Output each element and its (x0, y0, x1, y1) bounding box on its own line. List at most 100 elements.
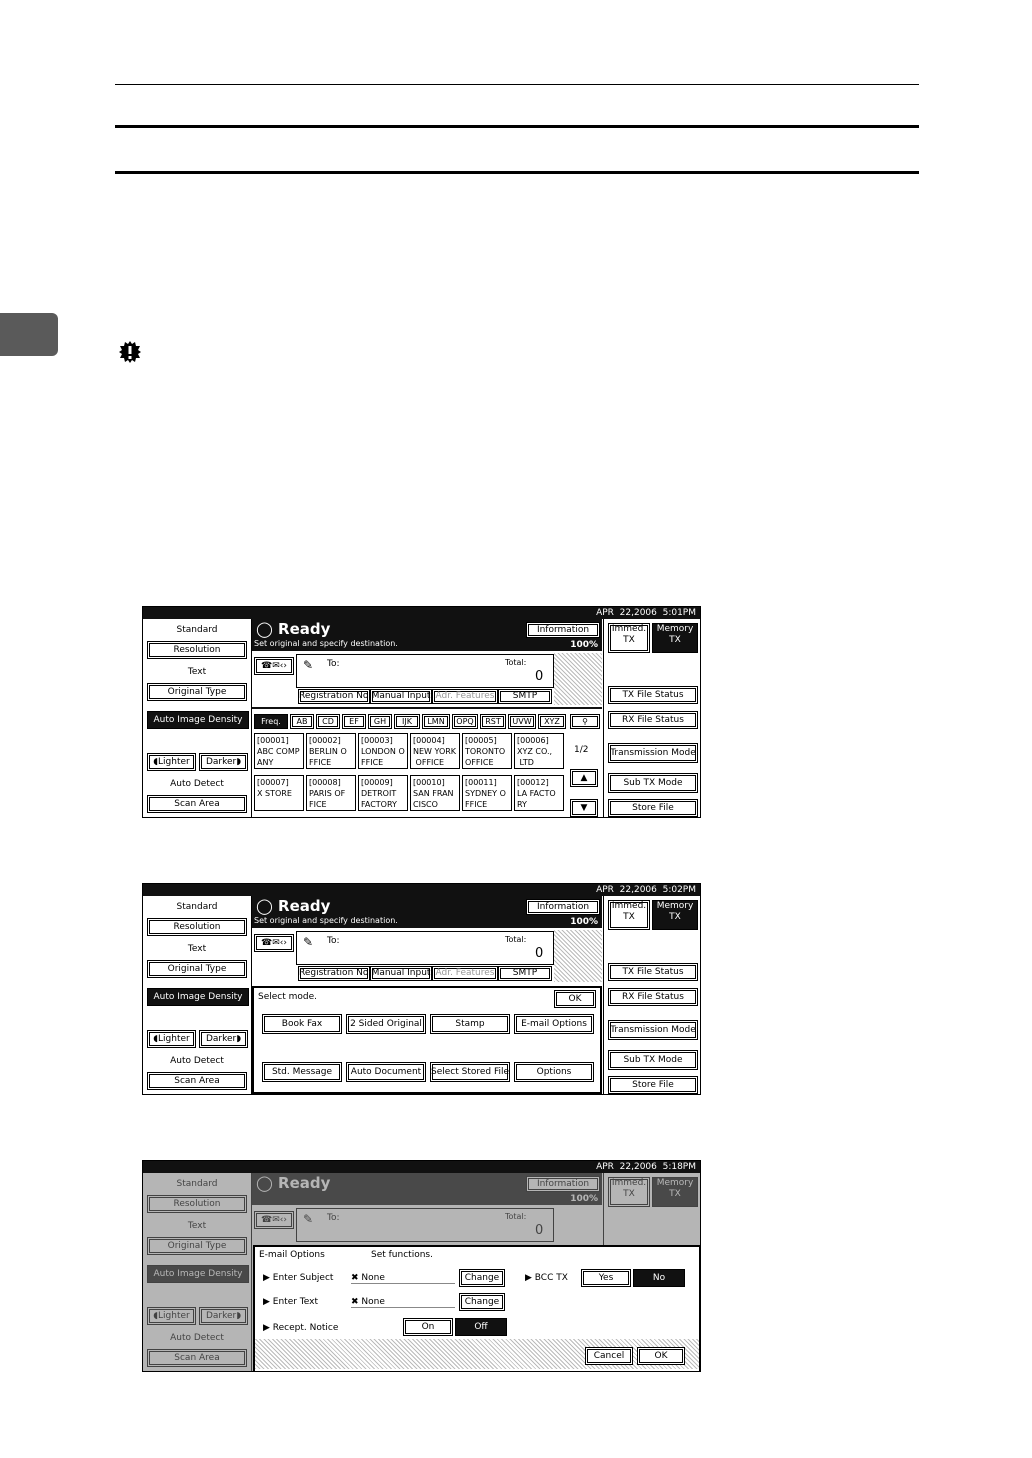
address-entry[interactable]: [00004] NEW YORK OFFICE (410, 733, 460, 769)
memory-percent: 100% (570, 640, 598, 650)
memory-tx-button[interactable]: Memory TX (652, 900, 698, 930)
tab-cd[interactable]: CD (316, 714, 340, 729)
manual-input-button[interactable]: Manual Input (370, 689, 432, 704)
scan-area-button[interactable]: Scan Area (147, 795, 247, 813)
text-value: ✖ None (351, 1297, 455, 1308)
scan-settings-panel: Standard Resolution Text Original Type A… (143, 619, 252, 817)
cancel-button[interactable]: Cancel (585, 1347, 633, 1365)
bcc-yes-button[interactable]: Yes (581, 1269, 631, 1287)
auto-density-button[interactable]: Auto Image Density (147, 711, 249, 729)
page-indicator: 1/2 (574, 745, 589, 755)
tx-file-status-button[interactable]: TX File Status (608, 963, 698, 981)
darker-button[interactable]: Darker◗ (199, 1030, 248, 1048)
adr-features-button[interactable]: Adr. Features (432, 966, 498, 981)
stamp-button[interactable]: Stamp (430, 1014, 510, 1034)
two-sided-original-button[interactable]: 2 Sided Original (346, 1014, 426, 1034)
rx-file-status-button[interactable]: RX File Status (608, 711, 698, 729)
store-file-button[interactable]: Store File (608, 799, 698, 817)
address-entry[interactable]: [00007] X STORE (254, 775, 304, 811)
ok-button[interactable]: OK (554, 990, 596, 1008)
tab-ab[interactable]: AB (290, 714, 314, 729)
recept-on-button[interactable]: On (403, 1318, 453, 1336)
resolution-button[interactable]: Resolution (147, 918, 247, 936)
information-button[interactable]: Information (526, 899, 600, 915)
tab-ef[interactable]: EF (342, 714, 366, 729)
tab-rst[interactable]: RST (480, 714, 506, 729)
dest-type-button[interactable]: ☎✉‹› (254, 657, 294, 675)
select-stored-file-button[interactable]: Select Stored File (430, 1062, 510, 1082)
tx-file-status-button[interactable]: TX File Status (608, 686, 698, 704)
bcc-label: ▶ BCC TX (525, 1273, 568, 1283)
address-entry[interactable]: [00003] LONDON O FFICE (358, 733, 408, 769)
change-text-button[interactable]: Change (459, 1293, 505, 1311)
ready-strip: ◯ Ready Set original and specify destina… (252, 619, 602, 651)
address-entry[interactable]: [00008] PARIS OF FICE (306, 775, 356, 811)
original-type-button[interactable]: Original Type (147, 960, 247, 978)
tab-uvw[interactable]: UVW (508, 714, 536, 729)
dest-type-button[interactable]: ☎✉‹› (254, 934, 294, 952)
scan-area-value: Auto Detect (170, 779, 224, 789)
smtp-button[interactable]: SMTP (498, 689, 552, 704)
tab-xyz[interactable]: XYZ (538, 714, 566, 729)
sub-tx-mode-button[interactable]: Sub TX Mode (608, 1050, 698, 1070)
search-icon[interactable]: ⚲ (570, 714, 600, 729)
options-button[interactable]: Options (514, 1062, 594, 1082)
resolution-button[interactable]: Resolution (147, 641, 247, 659)
memory-tx-button[interactable]: Memory TX (652, 623, 698, 653)
address-entry[interactable]: [00005] TORONTO OFFICE (462, 733, 512, 769)
bcc-no-button[interactable]: No (633, 1269, 685, 1287)
std-message-button[interactable]: Std. Message (262, 1062, 342, 1082)
dialog-title: E-mail Options (259, 1250, 325, 1260)
address-entry[interactable]: [00010] SAN FRAN CISCO (410, 775, 460, 811)
lighter-button[interactable]: ◖Lighter (147, 753, 196, 771)
registration-no-button[interactable]: Registration No. (298, 966, 370, 981)
change-subject-button[interactable]: Change (459, 1269, 505, 1287)
datetime: APR 22,2006 5:02PM (596, 885, 696, 895)
email-options-button[interactable]: E-mail Options (514, 1014, 594, 1034)
transmission-mode-button[interactable]: Transmission Mode (608, 1020, 698, 1040)
darker-button[interactable]: Darker◗ (199, 753, 248, 771)
address-entry[interactable]: [00002] BERLIN O FFICE (306, 733, 356, 769)
recept-off-button[interactable]: Off (455, 1318, 507, 1336)
hatch-area (554, 653, 602, 705)
destination-box: ✎ To: Total: 0 (296, 654, 554, 688)
smtp-button[interactable]: SMTP (498, 966, 552, 981)
immed-tx-button[interactable]: Immed. TX (608, 900, 650, 930)
total-count: 0 (535, 669, 544, 684)
scan-area-button[interactable]: Scan Area (147, 1072, 247, 1090)
status-bar: APR 22,2006 5:01PM (143, 607, 700, 619)
transmission-mode-button[interactable]: Transmission Mode (608, 743, 698, 763)
address-entry[interactable]: [00012] LA FACTO RY (514, 775, 564, 811)
auto-density-button[interactable]: Auto Image Density (147, 988, 249, 1006)
original-type-button[interactable]: Original Type (147, 683, 247, 701)
tab-lmn[interactable]: LMN (422, 714, 450, 729)
address-entry[interactable]: [00001] ABC COMP ANY (254, 733, 304, 769)
auto-document-button[interactable]: Auto Document (346, 1062, 426, 1082)
sub-tx-mode-button[interactable]: Sub TX Mode (608, 773, 698, 793)
tab-gh[interactable]: GH (368, 714, 392, 729)
book-fax-button[interactable]: Book Fax (262, 1014, 342, 1034)
address-entry[interactable]: [00011] SYDNEY O FFICE (462, 775, 512, 811)
immed-tx-button[interactable]: Immed. TX (608, 623, 650, 653)
information-button[interactable]: Information (526, 622, 600, 638)
ok-button[interactable]: OK (637, 1347, 685, 1365)
rx-file-status-button[interactable]: RX File Status (608, 988, 698, 1006)
store-file-button[interactable]: Store File (608, 1076, 698, 1094)
registration-no-button[interactable]: Registration No. (298, 689, 370, 704)
address-entry[interactable]: [00006] XYZ CO., LTD (514, 733, 564, 769)
lighter-button[interactable]: ◖Lighter (147, 1030, 196, 1048)
tab-ijk[interactable]: IJK (394, 714, 420, 729)
scroll-down-button[interactable]: ▼ (570, 799, 598, 817)
divider (252, 707, 602, 709)
manual-input-button[interactable]: Manual Input (370, 966, 432, 981)
header-rule (115, 84, 919, 85)
tab-freq[interactable]: Freq. (254, 714, 288, 729)
memory-percent: 100% (570, 917, 598, 927)
email-options-dialog: E-mail Options Set functions. ▶ Enter Su… (253, 1245, 700, 1371)
scroll-up-button[interactable]: ▲ (570, 769, 598, 787)
address-entry[interactable]: [00009] DETROIT FACTORY (358, 775, 408, 811)
total-count: 0 (535, 946, 544, 961)
tab-opq[interactable]: OPQ (452, 714, 478, 729)
adr-features-button[interactable]: Adr. Features (432, 689, 498, 704)
instruction-text: Set original and specify destination. (254, 916, 398, 925)
